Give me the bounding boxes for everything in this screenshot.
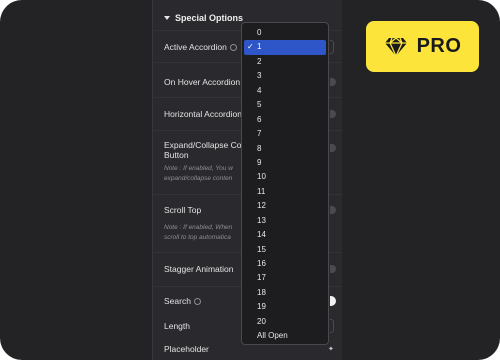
active-accordion-text: Active Accordion bbox=[164, 42, 227, 52]
dropdown-option-label: 2 bbox=[257, 56, 262, 66]
dropdown-option[interactable]: 13 bbox=[244, 214, 326, 228]
dropdown-option-label: 13 bbox=[257, 215, 266, 225]
dropdown-option[interactable]: 12 bbox=[244, 199, 326, 213]
section-title: Special Options bbox=[175, 13, 244, 23]
scroll-note-line2: scroll to top automatica bbox=[164, 234, 231, 241]
dropdown-option-label: All Open bbox=[257, 331, 288, 341]
expand-note-line2: expand/collapse conten bbox=[164, 175, 233, 182]
dropdown-option-label: 7 bbox=[257, 129, 262, 139]
length-label: Length bbox=[164, 321, 242, 331]
dropdown-option-label: 10 bbox=[257, 172, 266, 182]
dropdown-option[interactable]: 8 bbox=[244, 142, 326, 156]
scroll-top-label: Scroll Top bbox=[164, 205, 242, 215]
dropdown-option[interactable]: 4 bbox=[244, 84, 326, 98]
placeholder-label: Placeholder bbox=[164, 344, 242, 354]
dropdown-option[interactable]: 7 bbox=[244, 127, 326, 141]
dropdown-option[interactable]: 6 bbox=[244, 113, 326, 127]
dropdown-option-label: 5 bbox=[257, 100, 262, 110]
dropdown-option-label: 0 bbox=[257, 28, 262, 37]
dropdown-option[interactable]: 9 bbox=[244, 156, 326, 170]
active-accordion-label: Active Accordion bbox=[164, 42, 242, 52]
dropdown-option-label: 6 bbox=[257, 114, 262, 124]
dropdown-option[interactable]: ✓ 1 bbox=[244, 40, 326, 55]
dropdown-option[interactable]: 20 bbox=[244, 315, 326, 329]
dropdown-option[interactable]: 2 bbox=[244, 55, 326, 69]
dropdown-option[interactable]: 10 bbox=[244, 170, 326, 184]
caret-down-icon bbox=[164, 16, 170, 20]
diamond-icon bbox=[384, 36, 407, 57]
scroll-top-text: Scroll Top bbox=[164, 205, 202, 215]
dropdown-option[interactable]: 15 bbox=[244, 243, 326, 257]
dropdown-option-label: 11 bbox=[257, 186, 266, 196]
scroll-note-line1: Note : If enabled, When bbox=[164, 224, 233, 231]
section-header-special-options[interactable]: Special Options bbox=[164, 11, 243, 25]
dropdown-option[interactable]: 3 bbox=[244, 69, 326, 83]
dropdown-option[interactable]: 17 bbox=[244, 271, 326, 285]
dropdown-option[interactable]: 16 bbox=[244, 257, 326, 271]
dropdown-option-label: 3 bbox=[257, 71, 262, 81]
dropdown-option[interactable]: All Open bbox=[244, 329, 326, 343]
expand-note-line1: Note : If enabled, You w bbox=[164, 165, 233, 172]
dropdown-option[interactable]: 5 bbox=[244, 98, 326, 112]
dropdown-option[interactable]: 19 bbox=[244, 300, 326, 314]
dropdown-option-label: 17 bbox=[257, 273, 266, 283]
dropdown-option-label: 19 bbox=[257, 302, 266, 312]
horizontal-accordion-text: Horizontal Accordion bbox=[164, 109, 242, 119]
dropdown-option-label: 20 bbox=[257, 316, 266, 326]
dropdown-option-label: 9 bbox=[257, 157, 262, 167]
stagger-animation-text: Stagger Animation bbox=[164, 264, 234, 274]
horizontal-accordion-label: Horizontal Accordion bbox=[164, 109, 242, 119]
expand-collapse-note: Note : If enabled, You w expand/collapse… bbox=[164, 164, 242, 184]
length-text: Length bbox=[164, 321, 190, 331]
dropdown-option-label: 16 bbox=[257, 259, 266, 268]
dropdown-option[interactable]: 18 bbox=[244, 286, 326, 300]
stagger-animation-label: Stagger Animation bbox=[164, 264, 242, 274]
editor-frame: Special Options Active Accordion On Hove… bbox=[0, 0, 500, 360]
dropdown-option-label: 12 bbox=[257, 201, 266, 211]
scroll-top-note: Note : If enabled, When scroll to top au… bbox=[164, 223, 242, 243]
expand-collapse-label: Expand/Collapse Cont Button bbox=[164, 140, 242, 160]
expand-collapse-text-line1: Expand/Collapse Cont bbox=[164, 140, 242, 150]
search-label: Search bbox=[164, 296, 242, 306]
dropdown-option-label: 15 bbox=[257, 244, 266, 254]
ai-sparkle-icon[interactable]: ✦ bbox=[328, 345, 334, 353]
active-accordion-dropdown[interactable]: 0 ✓ 1 2 3 4 5 6 7 8 9 10 11 12 13 14 15 16 17 18 19 20 All Ope… bbox=[241, 22, 329, 345]
dropdown-option[interactable]: 14 bbox=[244, 228, 326, 242]
dropdown-option-label: 4 bbox=[257, 85, 262, 95]
pro-badge: PRO bbox=[366, 21, 479, 72]
dropdown-option[interactable]: 0 bbox=[244, 26, 326, 40]
on-hover-accordion-text: On Hover Accordion bbox=[164, 77, 241, 87]
dropdown-option-label: 1 bbox=[257, 42, 262, 52]
on-hover-accordion-label: On Hover Accordion bbox=[164, 77, 242, 87]
dropdown-option[interactable]: 11 bbox=[244, 185, 326, 199]
pro-label: PRO bbox=[416, 35, 462, 57]
info-icon bbox=[229, 43, 237, 51]
length-input[interactable] bbox=[330, 319, 334, 333]
checkmark-icon: ✓ bbox=[247, 42, 254, 52]
dropdown-option-label: 18 bbox=[257, 287, 266, 297]
placeholder-text: Placeholder bbox=[164, 344, 209, 354]
expand-collapse-text-line2: Button bbox=[164, 150, 189, 160]
search-text: Search bbox=[164, 296, 191, 306]
info-icon bbox=[193, 297, 201, 305]
active-accordion-select[interactable] bbox=[330, 40, 334, 54]
dropdown-option-label: 14 bbox=[257, 230, 266, 240]
dropdown-option-label: 8 bbox=[257, 143, 262, 153]
